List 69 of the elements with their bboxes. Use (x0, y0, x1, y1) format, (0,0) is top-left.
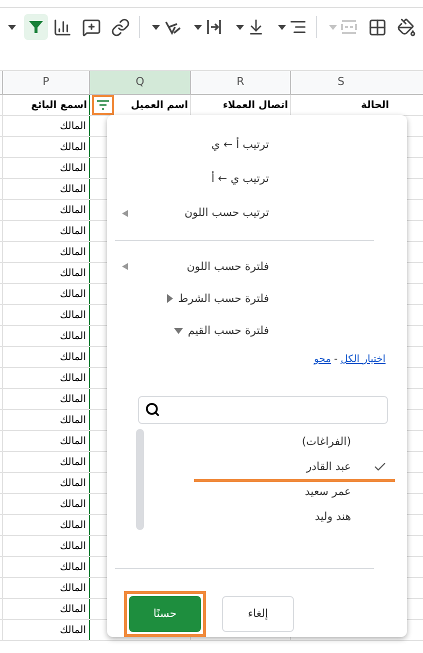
link-separator: - (334, 352, 338, 367)
scrollbar[interactable] (136, 429, 144, 530)
table-cell-text: المالك (60, 140, 86, 154)
submenu-arrow-icon (122, 210, 128, 216)
header-cell-text: اسم العميل (130, 98, 188, 112)
search-icon (145, 402, 160, 418)
menu-item[interactable]: ترتيب أ ← ي (211, 136, 269, 154)
link-icon (111, 18, 130, 36)
table-cell-text: المالك (60, 182, 86, 196)
table-cell-text: المالك (60, 204, 86, 218)
table-cell-text: المالك (60, 330, 86, 344)
select-all-link[interactable]: اختيار الكل (340, 352, 386, 367)
comment-icon (82, 18, 101, 36)
table-cell-text: المالك (60, 224, 86, 238)
cancel-button[interactable]: إلغاء (222, 596, 294, 632)
menu-item[interactable]: فلترة حسب القيم (188, 322, 269, 340)
table-cell-text: المالك (60, 434, 86, 448)
column-header[interactable]: Q (89, 71, 190, 94)
value-option[interactable]: هند وليد (314, 509, 351, 526)
paint-bucket-icon (397, 18, 416, 36)
table-cell-text: المالك (60, 624, 86, 638)
table-cell-text: المالك (60, 372, 86, 386)
text-wrap-icon (205, 18, 223, 36)
header-cell-text: اتصال العملاء (222, 98, 288, 112)
table-cell-text: المالك (60, 350, 86, 364)
vertical-align-icon (247, 18, 265, 36)
menu-item[interactable]: فلترة حسب الشرط (178, 290, 269, 308)
merge-cells-icon (340, 18, 358, 36)
menu-item[interactable]: ترتيب حسب اللون (184, 204, 269, 222)
header-cell-text: اسمع البائع (31, 98, 87, 112)
column-header[interactable]: P (2, 71, 89, 94)
caret-icon (194, 24, 202, 30)
value-option[interactable]: عبد القادر (306, 458, 351, 476)
table-cell-text: المالك (60, 456, 86, 470)
table-cell-text: المالك (60, 602, 86, 616)
caret-icon (278, 24, 286, 30)
value-option[interactable]: (الفراغات) (302, 434, 351, 450)
column-header[interactable]: S (290, 71, 391, 94)
table-cell-text: المالك (60, 582, 86, 596)
borders-icon (368, 18, 387, 36)
toolbar-button[interactable] (24, 14, 48, 40)
menu-item[interactable]: فلترة حسب اللون (186, 258, 269, 276)
table-cell-text: المالك (60, 518, 86, 532)
caret-icon (329, 24, 337, 30)
search-field[interactable] (138, 396, 388, 424)
table-cell-text: المالك (60, 246, 86, 260)
funnel-icon (29, 20, 43, 34)
table-cell-text: المالك (60, 476, 86, 490)
table-cell-text: المالك (60, 308, 86, 322)
submenu-arrow-icon (122, 263, 128, 270)
table-cell-text: المالك (60, 498, 86, 512)
ok-button[interactable]: حسنًا (129, 596, 201, 632)
menu-item[interactable]: ترتيب ي ← أ (211, 170, 269, 188)
header-cell-text: الحالة (361, 98, 389, 112)
table-cell-text: المالك (60, 560, 86, 574)
table-cell-text: المالك (60, 392, 86, 406)
table-cell-text: المالك (60, 414, 86, 428)
horizontal-align-icon (289, 18, 307, 36)
caret-icon (8, 24, 16, 30)
clear-link[interactable]: محو (314, 352, 331, 367)
caret-icon (152, 24, 160, 30)
table-cell-text: المالك (60, 162, 86, 176)
value-option[interactable]: عمر سعيد (304, 484, 351, 501)
table-cell-text: المالك (60, 540, 86, 554)
chart-icon (53, 18, 72, 36)
table-cell-text: المالك (60, 288, 86, 302)
table-cell-text: المالك (60, 266, 86, 280)
table-cell-text: المالك (60, 120, 86, 134)
caret-icon (236, 24, 244, 30)
